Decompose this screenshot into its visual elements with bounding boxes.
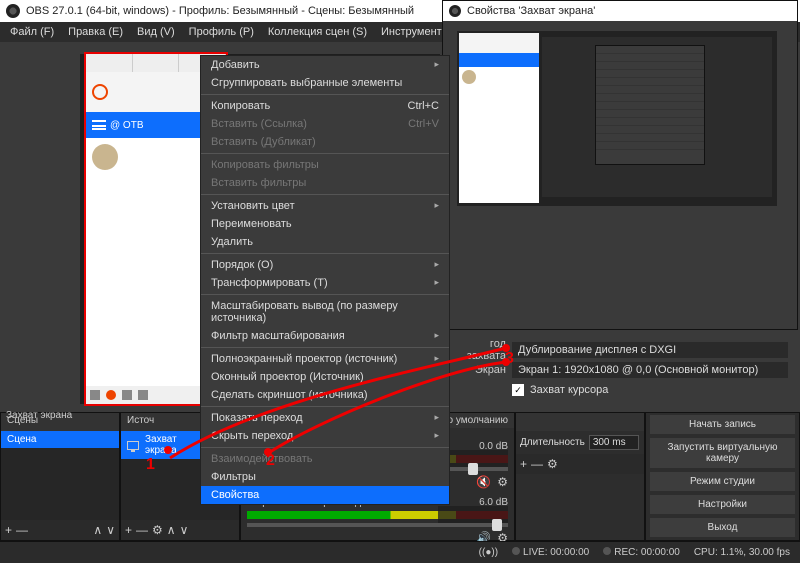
menu-profile[interactable]: Профиль (P): [183, 24, 260, 40]
ctx-add[interactable]: Добавить: [201, 56, 449, 74]
opera-logo-icon: [92, 84, 108, 100]
transition-settings-button[interactable]: ⚙: [547, 457, 558, 471]
start-virtual-cam-button[interactable]: Запустить виртуальную камеру: [650, 438, 795, 468]
task-icon: [138, 390, 148, 400]
ctx-hide-transition[interactable]: Скрыть переход: [201, 427, 449, 445]
controls-panel: Начать запись Запустить виртуальную каме…: [645, 412, 800, 541]
source-settings-button[interactable]: ⚙: [152, 523, 163, 537]
studio-mode-button[interactable]: Режим студии: [650, 472, 795, 491]
mini-browser-thumb: [459, 33, 539, 203]
obs-logo-icon: [6, 4, 20, 18]
scenes-toolbar: + — ∧ ∨: [1, 520, 119, 540]
obs-logo-icon: [449, 5, 461, 17]
ctx-order[interactable]: Порядок (O): [201, 256, 449, 274]
capture-method-label: год захвата: [448, 338, 506, 362]
scene-item[interactable]: Сцена: [1, 431, 119, 448]
remove-transition-button[interactable]: —: [531, 457, 543, 471]
ctx-projector-full[interactable]: Полноэкранный проектор (источник): [201, 350, 449, 368]
burger-icon: [92, 120, 106, 130]
ctx-transform[interactable]: Трансформировать (T): [201, 274, 449, 292]
ctx-paste-dup: Вставить (Дубликат): [201, 133, 449, 151]
ctx-interact: Взаимодействовать: [201, 450, 449, 468]
screen-dropdown[interactable]: Экран 1: 1920x1080 @ 0,0 (Основной монит…: [512, 362, 788, 378]
menu-view[interactable]: Вид (V): [131, 24, 181, 40]
ctx-set-color[interactable]: Установить цвет: [201, 197, 449, 215]
source-name-label: Захват экрана: [6, 410, 72, 421]
transition-duration-input[interactable]: [589, 435, 639, 450]
annotation-3: 3: [505, 350, 514, 368]
capture-method-dropdown[interactable]: Дублирование дисплея с DXGI: [512, 342, 788, 358]
ctx-scale-output[interactable]: Масштабировать вывод (по размеру источни…: [201, 297, 449, 327]
capture-cursor-checkbox[interactable]: ✓: [512, 384, 524, 396]
channel-settings-icon[interactable]: ⚙: [497, 475, 508, 489]
transitions-toolbar: + — ⚙: [516, 454, 644, 474]
annotation-1: 1: [146, 456, 155, 474]
menu-edit[interactable]: Правка (E): [62, 24, 129, 40]
ctx-delete[interactable]: Удалить: [201, 233, 449, 251]
cpu-fps-status: CPU: 1.1%, 30.00 fps: [694, 547, 790, 558]
properties-titlebar[interactable]: Свойства 'Захват экрана': [443, 1, 797, 21]
ctx-rename[interactable]: Переименовать: [201, 215, 449, 233]
annotation-2: 2: [266, 452, 275, 470]
menu-scenes[interactable]: Коллекция сцен (S): [262, 24, 373, 40]
ctx-copy-filters: Копировать фильтры: [201, 156, 449, 174]
start-recording-button[interactable]: Начать запись: [650, 415, 795, 434]
rec-dot-icon: [603, 547, 611, 555]
transitions-panel: Длительность + — ⚙: [515, 412, 645, 541]
mute-icon[interactable]: 🔇: [476, 475, 491, 489]
avatar-icon: [92, 144, 118, 170]
mixer-ch2-slider[interactable]: [247, 523, 508, 527]
rec-time: REC: 00:00:00: [614, 547, 680, 558]
remove-source-button[interactable]: —: [136, 523, 148, 537]
source-context-menu: Добавить Сгруппировать выбранные элемент…: [200, 55, 450, 505]
scene-up-button[interactable]: ∧: [93, 523, 102, 537]
capture-cursor-label: Захват курсора: [530, 384, 608, 396]
properties-title: Свойства 'Захват экрана': [467, 5, 595, 17]
scenes-panel: Сцены Сцена + — ∧ ∨: [0, 412, 120, 541]
source-down-button[interactable]: ∨: [180, 523, 189, 537]
answers-logo-text: @ ОТВ: [110, 120, 144, 131]
properties-preview: [457, 31, 777, 206]
mixer-ch2-meter: [247, 511, 508, 519]
remove-scene-button[interactable]: —: [16, 523, 28, 537]
add-scene-button[interactable]: +: [5, 523, 12, 537]
ctx-screenshot[interactable]: Сделать скриншот (источника): [201, 386, 449, 404]
add-transition-button[interactable]: +: [520, 457, 527, 471]
ctx-paste-filters: Вставить фильтры: [201, 174, 449, 192]
menu-file[interactable]: Файл (F): [4, 24, 60, 40]
status-bar: ((●)) LIVE: 00:00:00 REC: 00:00:00 CPU: …: [0, 541, 800, 563]
mini-context-menu-thumb: [595, 45, 705, 165]
network-indicator-icon: ((●)): [479, 547, 498, 558]
settings-button[interactable]: Настройки: [650, 495, 795, 514]
source-up-button[interactable]: ∧: [167, 523, 176, 537]
sources-toolbar: + — ⚙ ∧ ∨: [121, 520, 239, 540]
avatar-icon: [462, 70, 476, 84]
ctx-paste-link: Вставить (Ссылка)Ctrl+V: [201, 115, 449, 133]
ctx-filters[interactable]: Фильтры: [201, 468, 449, 486]
opera-task-icon: [106, 390, 116, 400]
ctx-scale-filter[interactable]: Фильтр масштабирования: [201, 327, 449, 345]
transition-duration-label: Длительность: [520, 437, 585, 448]
ctx-projector-window[interactable]: Оконный проектор (Источник): [201, 368, 449, 386]
add-source-button[interactable]: +: [125, 523, 132, 537]
transitions-title: [516, 413, 644, 431]
ctx-group[interactable]: Сгруппировать выбранные элементы: [201, 74, 449, 92]
ctx-copy[interactable]: КопироватьCtrl+C: [201, 97, 449, 115]
ctx-properties[interactable]: Свойства: [201, 486, 449, 504]
live-dot-icon: [512, 547, 520, 555]
scenes-list[interactable]: Сцена: [1, 431, 119, 520]
scene-down-button[interactable]: ∨: [106, 523, 115, 537]
ctx-show-transition[interactable]: Показать переход: [201, 409, 449, 427]
screen-label: Экран: [448, 364, 506, 376]
window-title: OBS 27.0.1 (64-bit, windows) - Профиль: …: [26, 5, 414, 17]
properties-window[interactable]: Свойства 'Захват экрана': [442, 0, 798, 330]
display-capture-icon: [127, 441, 139, 450]
exit-button[interactable]: Выход: [650, 518, 795, 537]
properties-fields: год захвата Дублирование дисплея с DXGI …: [448, 340, 788, 400]
win-start-icon: [90, 390, 100, 400]
task-icon: [122, 390, 132, 400]
live-time: LIVE: 00:00:00: [523, 547, 589, 558]
